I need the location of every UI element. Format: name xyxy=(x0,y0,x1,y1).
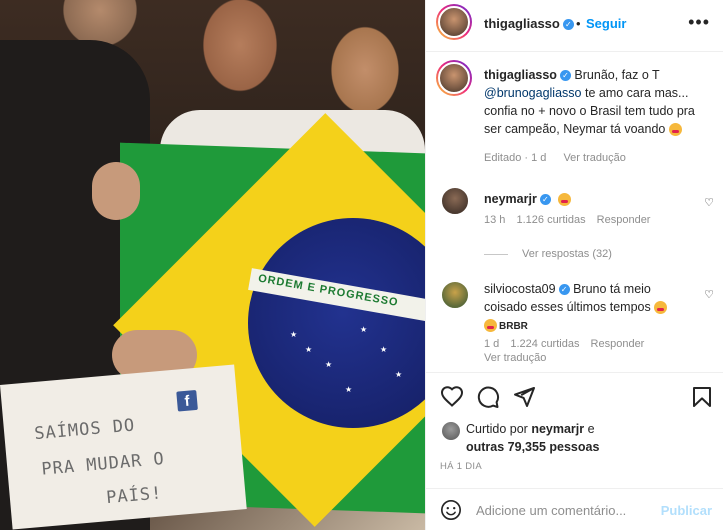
likes-prefix: Curtido por xyxy=(466,422,528,436)
comment-likes[interactable]: 1.224 curtidas xyxy=(510,338,579,350)
author-username-text[interactable]: thigagliasso xyxy=(484,16,560,31)
post-actions-bar xyxy=(426,372,723,418)
more-options-icon[interactable]: ••• xyxy=(688,12,710,33)
like-heart-icon[interactable] xyxy=(440,385,464,409)
like-comment-heart-icon[interactable]: ♡ xyxy=(704,196,714,209)
view-replies-button[interactable]: Ver respostas (32) xyxy=(484,248,612,260)
comment-meta: 13 h 1.126 curtidas Responder xyxy=(484,214,650,226)
follow-button[interactable]: Seguir xyxy=(586,16,626,31)
comment-age: 13 h xyxy=(484,214,506,226)
translate-link[interactable]: Ver tradução xyxy=(563,152,625,164)
likes-conjunction: e xyxy=(587,422,595,436)
flag-star: ★ xyxy=(395,370,403,379)
author-avatar[interactable] xyxy=(436,4,472,40)
likes-text: Curtido por neymarjr e outras 79,355 pes… xyxy=(466,420,706,456)
comment-bubble-icon[interactable] xyxy=(476,385,500,409)
comment-username[interactable]: silviocosta09 xyxy=(484,282,556,296)
share-send-icon[interactable] xyxy=(512,385,536,409)
kiss-emoji-icon xyxy=(668,123,682,137)
sign-line: SAÍMOS DO xyxy=(33,415,137,445)
verified-badge-icon: ✓ xyxy=(559,70,571,82)
verified-badge-icon: ✓ xyxy=(539,194,551,206)
sign-line: PRA MUDAR O xyxy=(40,448,166,480)
flag-star: ★ xyxy=(380,345,388,354)
sign-line: PAÍS! xyxy=(105,483,164,509)
likes-others-count[interactable]: outras 79,355 pessoas xyxy=(466,440,599,454)
caption-meta: Editado · 1 d Ver tradução xyxy=(484,152,626,164)
flag-star: ★ xyxy=(345,385,353,394)
comment-body: neymarjr ✓ xyxy=(484,190,689,208)
add-comment-bar: Publicar xyxy=(426,488,723,530)
flag-star: ★ xyxy=(305,345,313,354)
separator-dot: • xyxy=(576,16,581,31)
save-bookmark-icon[interactable] xyxy=(690,385,714,409)
commenter-avatar[interactable] xyxy=(440,280,470,310)
view-replies-label[interactable]: Ver respostas (32) xyxy=(522,248,612,260)
reply-button[interactable]: Responder xyxy=(591,338,645,350)
comment-age: 1 d xyxy=(484,338,500,350)
photo-hand xyxy=(92,162,140,220)
liker-username[interactable]: neymarjr xyxy=(531,422,584,436)
caption-text-start: Brunão, faz o T xyxy=(574,68,660,82)
liker-avatar[interactable] xyxy=(442,422,460,440)
comment-translate-link[interactable]: Ver tradução xyxy=(484,352,546,364)
caption-age: 1 d xyxy=(531,152,547,164)
verified-badge-icon: ✓ xyxy=(558,284,570,296)
reply-button[interactable]: Responder xyxy=(597,214,651,226)
caption-username[interactable]: thigagliasso xyxy=(484,68,557,82)
post-timestamp[interactable]: HÁ 1 DIA xyxy=(440,461,482,472)
caption-mention[interactable]: @brunogagliasso xyxy=(484,86,581,100)
comment-meta: 1 d 1.224 curtidas Responder xyxy=(484,338,644,350)
publish-button[interactable]: Publicar xyxy=(661,503,712,518)
like-comment-heart-icon[interactable]: ♡ xyxy=(704,288,714,301)
comment-likes[interactable]: 1.126 curtidas xyxy=(516,214,585,226)
facebook-logo-icon: f xyxy=(176,389,198,412)
commenter-avatar[interactable] xyxy=(440,186,470,216)
comment-body: silviocosta09 ✓ Bruno tá meio coisado ess… xyxy=(484,280,689,336)
edited-label: Editado xyxy=(484,152,522,164)
flag-star: ★ xyxy=(360,325,368,334)
kiss-emoji-icon xyxy=(484,319,497,333)
emoji-picker-icon[interactable] xyxy=(440,499,462,521)
protest-sign: SAÍMOS DO f PRA MUDAR O PAÍS! xyxy=(0,364,247,530)
post-photo[interactable]: ORDEM E PROGRESSO ★ ★ ★ ★ ★ ★ ★ SAÍMOS D… xyxy=(0,0,425,530)
author-username[interactable]: thigagliasso ✓ xyxy=(484,16,574,31)
post-side-panel: thigagliasso ✓ • Seguir ••• thigagliasso ✓… xyxy=(425,0,723,530)
replies-divider xyxy=(484,253,508,255)
caption-text: thigagliasso ✓ Brunão, faz o T @brunogagl… xyxy=(484,66,714,138)
flag-star: ★ xyxy=(290,330,298,339)
post-header: thigagliasso ✓ • Seguir ••• xyxy=(426,0,723,52)
comment-username[interactable]: neymarjr xyxy=(484,192,537,206)
kiss-emoji-icon xyxy=(558,193,572,207)
kiss-emoji-icon xyxy=(654,301,668,315)
comment-extra: BRBR xyxy=(499,321,528,332)
verified-badge-icon: ✓ xyxy=(562,19,574,31)
comment-input[interactable] xyxy=(476,499,656,521)
flag-star: ★ xyxy=(325,360,333,369)
caption-avatar[interactable] xyxy=(436,60,472,96)
